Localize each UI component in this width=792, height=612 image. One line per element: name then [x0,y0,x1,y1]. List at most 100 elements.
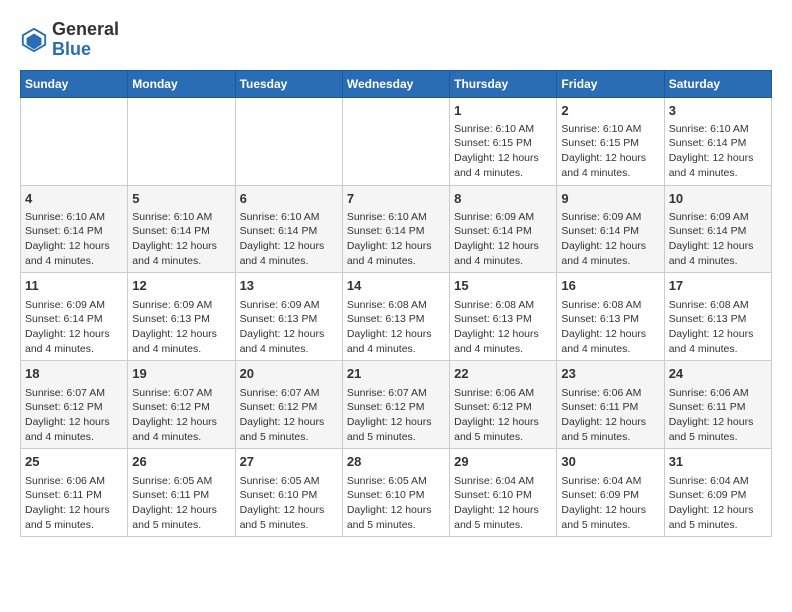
day-number: 10 [669,190,767,208]
calendar-cell: 9Sunrise: 6:09 AMSunset: 6:14 PMDaylight… [557,185,664,273]
day-detail: Sunset: 6:09 PM [561,488,659,503]
day-detail: and 5 minutes. [25,518,123,533]
day-detail: Sunset: 6:15 PM [454,136,552,151]
day-detail: and 4 minutes. [561,166,659,181]
day-detail: Sunrise: 6:09 AM [454,210,552,225]
day-detail: and 5 minutes. [669,430,767,445]
calendar-cell: 22Sunrise: 6:06 AMSunset: 6:12 PMDayligh… [450,361,557,449]
day-detail: Daylight: 12 hours [454,415,552,430]
day-detail: Sunrise: 6:10 AM [25,210,123,225]
day-detail: Daylight: 12 hours [669,327,767,342]
calendar-cell: 27Sunrise: 6:05 AMSunset: 6:10 PMDayligh… [235,449,342,537]
day-detail: Sunrise: 6:08 AM [669,298,767,313]
day-detail: Sunrise: 6:04 AM [454,474,552,489]
day-detail: Sunrise: 6:08 AM [561,298,659,313]
day-detail: Sunset: 6:14 PM [669,136,767,151]
day-detail: Sunset: 6:13 PM [561,312,659,327]
day-number: 30 [561,453,659,471]
calendar-table: SundayMondayTuesdayWednesdayThursdayFrid… [20,70,772,538]
day-detail: and 5 minutes. [132,518,230,533]
weekday-header-row: SundayMondayTuesdayWednesdayThursdayFrid… [21,70,772,97]
day-number: 12 [132,277,230,295]
day-detail: Sunrise: 6:06 AM [454,386,552,401]
day-number: 13 [240,277,338,295]
weekday-header-saturday: Saturday [664,70,771,97]
day-detail: Daylight: 12 hours [669,503,767,518]
day-detail: Daylight: 12 hours [132,503,230,518]
day-detail: and 4 minutes. [240,342,338,357]
day-detail: and 5 minutes. [561,518,659,533]
day-number: 2 [561,102,659,120]
week-row-5: 25Sunrise: 6:06 AMSunset: 6:11 PMDayligh… [21,449,772,537]
day-detail: Sunset: 6:12 PM [240,400,338,415]
calendar-cell: 14Sunrise: 6:08 AMSunset: 6:13 PMDayligh… [342,273,449,361]
day-detail: Sunrise: 6:09 AM [25,298,123,313]
calendar-cell: 19Sunrise: 6:07 AMSunset: 6:12 PMDayligh… [128,361,235,449]
day-number: 26 [132,453,230,471]
calendar-cell [21,97,128,185]
day-detail: Sunrise: 6:07 AM [25,386,123,401]
day-detail: and 4 minutes. [347,342,445,357]
calendar-cell: 6Sunrise: 6:10 AMSunset: 6:14 PMDaylight… [235,185,342,273]
day-detail: Sunrise: 6:08 AM [454,298,552,313]
day-number: 22 [454,365,552,383]
calendar-cell: 2Sunrise: 6:10 AMSunset: 6:15 PMDaylight… [557,97,664,185]
day-number: 5 [132,190,230,208]
day-detail: Daylight: 12 hours [132,327,230,342]
day-detail: Daylight: 12 hours [240,415,338,430]
day-detail: and 4 minutes. [454,166,552,181]
day-detail: and 5 minutes. [561,430,659,445]
day-detail: Daylight: 12 hours [561,239,659,254]
calendar-cell: 15Sunrise: 6:08 AMSunset: 6:13 PMDayligh… [450,273,557,361]
day-detail: Sunset: 6:13 PM [454,312,552,327]
day-detail: and 4 minutes. [454,342,552,357]
calendar-cell: 13Sunrise: 6:09 AMSunset: 6:13 PMDayligh… [235,273,342,361]
day-number: 15 [454,277,552,295]
day-detail: Sunset: 6:11 PM [132,488,230,503]
day-detail: Daylight: 12 hours [132,415,230,430]
day-detail: and 4 minutes. [25,430,123,445]
logo: General Blue [20,20,119,60]
calendar-cell: 16Sunrise: 6:08 AMSunset: 6:13 PMDayligh… [557,273,664,361]
day-detail: and 5 minutes. [454,430,552,445]
calendar-body: 1Sunrise: 6:10 AMSunset: 6:15 PMDaylight… [21,97,772,537]
day-detail: Sunrise: 6:06 AM [669,386,767,401]
calendar-cell: 31Sunrise: 6:04 AMSunset: 6:09 PMDayligh… [664,449,771,537]
calendar-cell: 23Sunrise: 6:06 AMSunset: 6:11 PMDayligh… [557,361,664,449]
day-detail: Daylight: 12 hours [240,503,338,518]
day-detail: Sunset: 6:14 PM [25,224,123,239]
day-detail: Sunrise: 6:08 AM [347,298,445,313]
day-number: 18 [25,365,123,383]
page-header: General Blue [20,20,772,60]
day-number: 27 [240,453,338,471]
weekday-header-tuesday: Tuesday [235,70,342,97]
day-detail: and 4 minutes. [561,342,659,357]
day-detail: Sunset: 6:11 PM [669,400,767,415]
calendar-cell [128,97,235,185]
day-detail: Daylight: 12 hours [669,151,767,166]
day-detail: Sunrise: 6:04 AM [561,474,659,489]
day-detail: Sunrise: 6:06 AM [25,474,123,489]
weekday-header-monday: Monday [128,70,235,97]
day-detail: Sunset: 6:13 PM [347,312,445,327]
logo-text: General Blue [52,20,119,60]
calendar-cell: 3Sunrise: 6:10 AMSunset: 6:14 PMDaylight… [664,97,771,185]
day-detail: Sunrise: 6:09 AM [132,298,230,313]
day-number: 19 [132,365,230,383]
day-detail: Sunrise: 6:10 AM [561,122,659,137]
day-detail: Daylight: 12 hours [669,415,767,430]
day-detail: Daylight: 12 hours [669,239,767,254]
day-detail: Sunrise: 6:10 AM [669,122,767,137]
day-detail: Sunrise: 6:05 AM [347,474,445,489]
day-detail: Daylight: 12 hours [347,503,445,518]
day-detail: Sunset: 6:14 PM [347,224,445,239]
day-detail: and 4 minutes. [454,254,552,269]
calendar-cell: 30Sunrise: 6:04 AMSunset: 6:09 PMDayligh… [557,449,664,537]
calendar-cell: 20Sunrise: 6:07 AMSunset: 6:12 PMDayligh… [235,361,342,449]
day-detail: and 5 minutes. [240,430,338,445]
calendar-cell: 26Sunrise: 6:05 AMSunset: 6:11 PMDayligh… [128,449,235,537]
day-number: 6 [240,190,338,208]
day-number: 25 [25,453,123,471]
day-detail: Sunrise: 6:10 AM [132,210,230,225]
day-number: 23 [561,365,659,383]
